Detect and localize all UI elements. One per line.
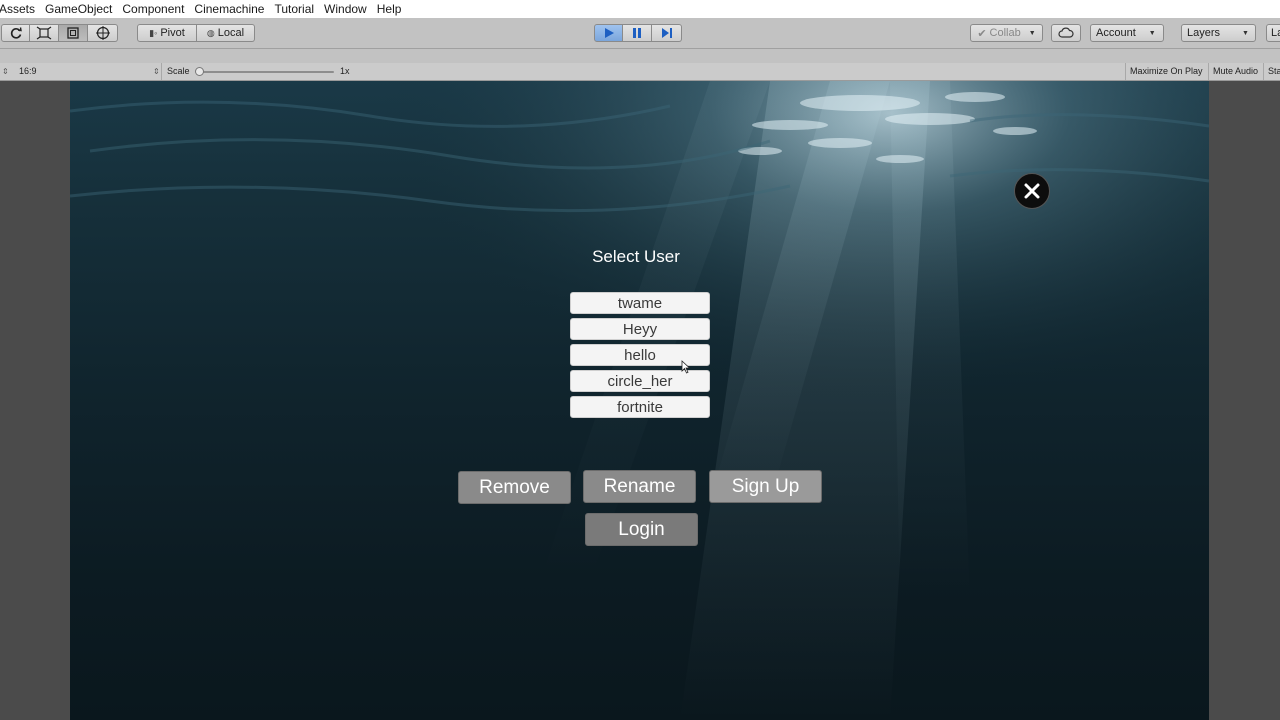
local-label: Local xyxy=(217,27,245,39)
menu-component[interactable]: Component xyxy=(117,0,189,18)
scale-value: 1x xyxy=(340,66,350,76)
menu-tutorial[interactable]: Tutorial xyxy=(269,0,319,18)
toolbar: ▮◦ Pivot ◍ Local ✔ Collab ▼ Account ▼ La… xyxy=(0,18,1280,49)
close-button[interactable] xyxy=(1014,173,1050,209)
dropdown-arrow-icon: ▼ xyxy=(1148,29,1156,37)
select-user-title: Select User xyxy=(592,247,680,266)
game-view[interactable]: Select User twame Heyy hello circle_her … xyxy=(70,81,1209,720)
local-toggle[interactable]: ◍ Local xyxy=(197,24,255,42)
sign-up-button[interactable]: Sign Up xyxy=(709,470,822,503)
remove-button[interactable]: Remove xyxy=(458,471,571,504)
scale-label: Scale xyxy=(167,66,190,76)
aspect-ratio-dropdown[interactable]: 16:9 xyxy=(19,63,162,80)
mute-audio-toggle[interactable]: Mute Audio xyxy=(1208,63,1262,80)
user-list: twame Heyy hello circle_her fortnite xyxy=(570,292,710,422)
scale-slider-track[interactable] xyxy=(200,71,334,73)
menu-help[interactable]: Help xyxy=(372,0,407,18)
pivot-toggle[interactable]: ▮◦ Pivot xyxy=(137,24,197,42)
scale-tool-button[interactable] xyxy=(30,24,59,42)
user-item-fortnite[interactable]: fortnite xyxy=(570,396,710,418)
dropdown-arrow-icon: ▼ xyxy=(1242,29,1249,37)
game-viewport-area: Select User twame Heyy hello circle_her … xyxy=(0,81,1280,720)
pivot-label: Pivot xyxy=(160,27,185,39)
aspect-ratio-label: 16:9 xyxy=(19,66,37,76)
transform-tool-button[interactable] xyxy=(88,24,118,42)
account-dropdown[interactable]: Account ▼ xyxy=(1090,24,1164,42)
layers-dropdown[interactable]: Layers ▼ xyxy=(1181,24,1256,42)
menu-gameobject[interactable]: GameObject xyxy=(40,0,117,18)
account-label: Account xyxy=(1096,27,1136,39)
layout-dropdown[interactable]: La xyxy=(1266,24,1280,42)
close-icon xyxy=(1024,183,1040,199)
mouse-cursor-icon xyxy=(681,360,691,374)
rotate-tool-button[interactable] xyxy=(1,24,30,42)
menu-assets[interactable]: Assets xyxy=(0,0,40,18)
rename-button[interactable]: Rename xyxy=(583,470,696,503)
maximize-on-play-toggle[interactable]: Maximize On Play xyxy=(1125,63,1207,80)
game-view-bar: ⇕ 16:9 ⇕ Scale 1x Maximize On Play Mute … xyxy=(0,63,1280,81)
menu-bar: Assets GameObject Component Cinemachine … xyxy=(0,0,1280,18)
local-icon: ◍ xyxy=(206,27,215,38)
rect-tool-button[interactable] xyxy=(59,24,88,42)
scale-slider-handle[interactable] xyxy=(195,67,204,76)
collab-label: Collab xyxy=(989,27,1021,39)
rect-tool-icon xyxy=(67,27,79,39)
scale-icon xyxy=(36,26,52,40)
user-item-heyy[interactable]: Heyy xyxy=(570,318,710,340)
dropdown-arrow-icon: ▼ xyxy=(1028,29,1036,37)
pause-button[interactable] xyxy=(623,24,652,42)
step-button[interactable] xyxy=(652,24,682,42)
menu-window[interactable]: Window xyxy=(319,0,372,18)
stats-toggle[interactable]: Sta xyxy=(1263,63,1280,80)
rotate-icon xyxy=(10,27,22,39)
transform-icon xyxy=(95,26,110,40)
step-icon xyxy=(661,28,672,38)
login-button[interactable]: Login xyxy=(585,513,698,546)
collab-dropdown[interactable]: ✔ Collab ▼ xyxy=(970,24,1043,42)
check-icon: ✔ xyxy=(977,27,987,40)
pivot-icon: ▮◦ xyxy=(149,27,158,38)
tab-menu-icon[interactable]: ⇕ xyxy=(2,63,9,80)
menu-cinemachine[interactable]: Cinemachine xyxy=(189,0,269,18)
pause-icon xyxy=(633,28,641,38)
user-item-twame[interactable]: twame xyxy=(570,292,710,314)
dropdown-arrow-icon: ⇕ xyxy=(153,67,160,76)
play-icon xyxy=(604,28,614,38)
layers-label: Layers xyxy=(1187,27,1221,39)
layout-label: La xyxy=(1271,27,1280,39)
play-button[interactable] xyxy=(594,24,623,42)
cloud-icon xyxy=(1058,27,1074,38)
cloud-button[interactable] xyxy=(1051,24,1081,42)
